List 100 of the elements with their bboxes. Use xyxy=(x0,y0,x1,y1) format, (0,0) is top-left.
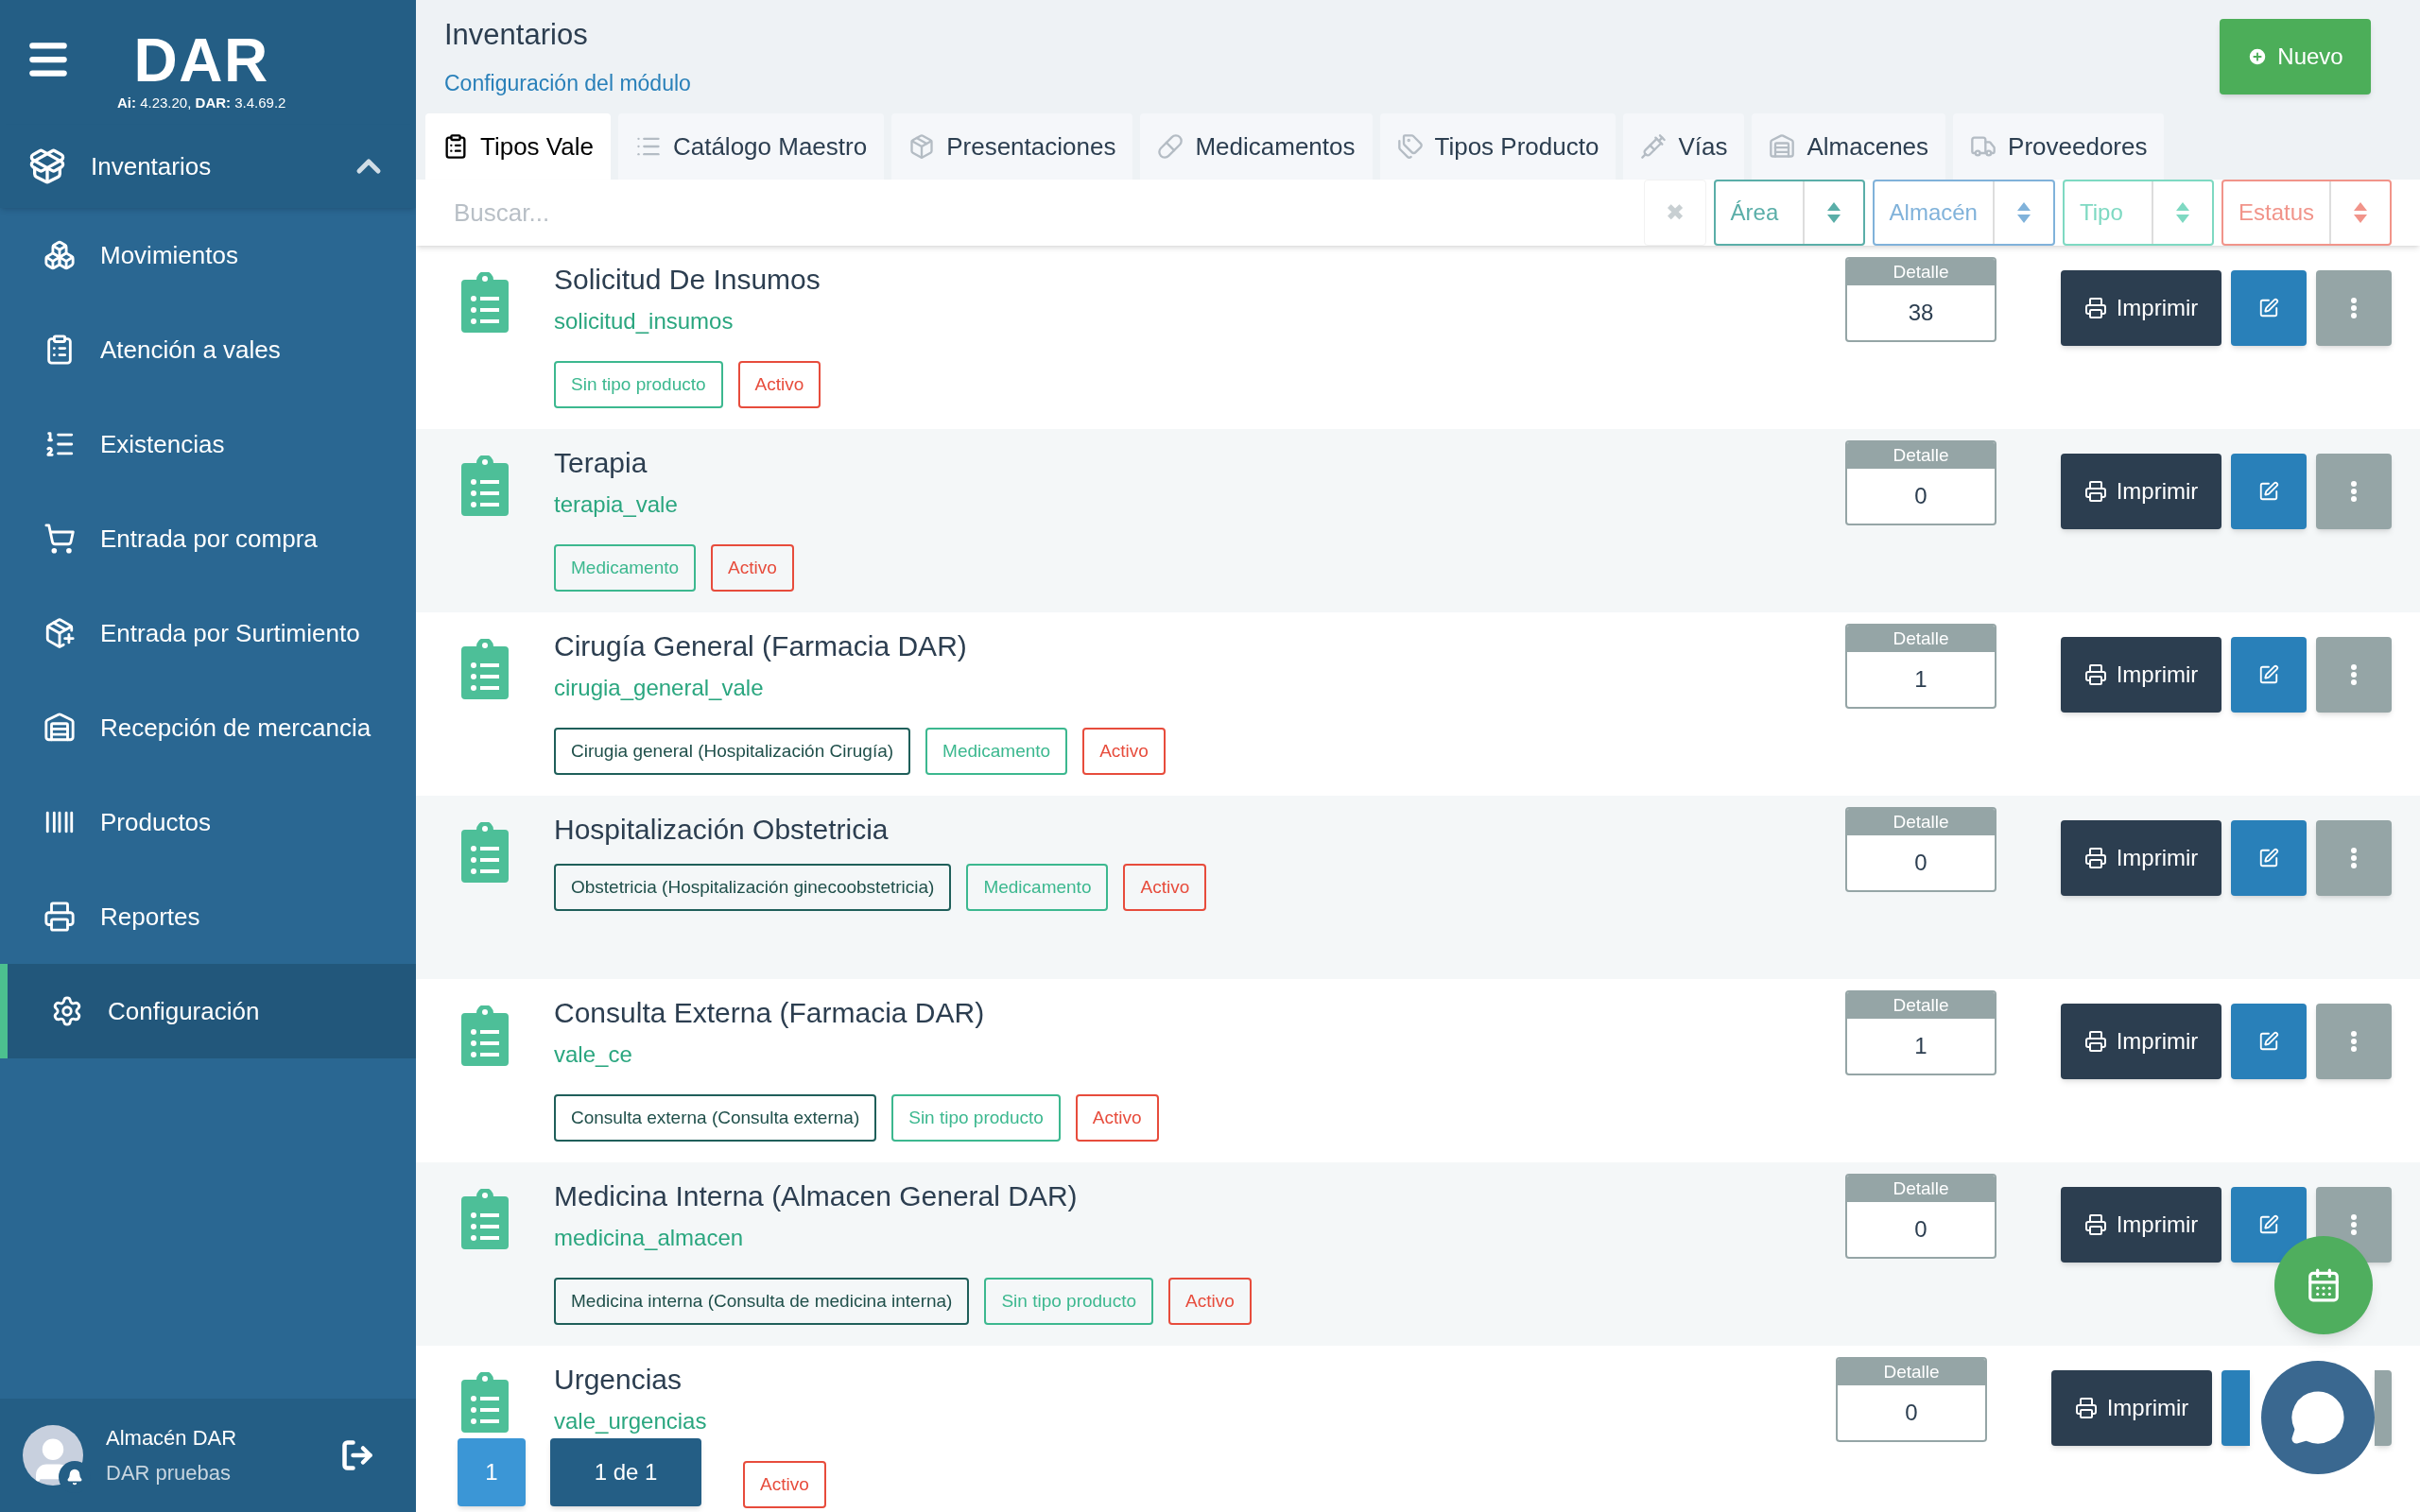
calendar-icon xyxy=(2306,1267,2342,1303)
printer-icon xyxy=(2074,1397,2098,1419)
tag: Activo xyxy=(1168,1278,1252,1325)
tab[interactable]: Vías xyxy=(1623,113,1745,180)
box-icon xyxy=(28,147,66,185)
sidebar-item[interactable]: Entrada por compra xyxy=(0,491,416,586)
printer-icon xyxy=(2083,1030,2107,1053)
edit-icon xyxy=(2258,1031,2279,1052)
row-title: Solicitud De Insumos xyxy=(554,263,821,297)
tab[interactable]: Tipos Vale xyxy=(425,113,611,180)
search-field[interactable]: Buscar... xyxy=(454,180,1636,246)
tab[interactable]: Presentaciones xyxy=(891,113,1133,180)
tag: Medicina interna (Consulta de medicina interna) xyxy=(554,1278,970,1325)
row-title: Terapia xyxy=(554,446,648,480)
more-icon xyxy=(2351,298,2357,318)
page-summary[interactable]: 1 de 1 xyxy=(550,1438,701,1506)
tab[interactable]: Tipos Producto xyxy=(1379,113,1616,180)
tag: Consulta externa (Consulta externa) xyxy=(554,1094,877,1142)
tab[interactable]: Catálogo Maestro xyxy=(617,113,885,180)
edit-icon xyxy=(2258,664,2279,685)
boxes-icon xyxy=(43,239,76,271)
edit-icon xyxy=(2258,481,2279,502)
tab[interactable]: Medicamentos xyxy=(1140,113,1373,180)
tags-icon xyxy=(1396,133,1424,160)
tag: Activo xyxy=(743,1461,826,1508)
clipboard-list-icon xyxy=(461,822,509,883)
version-text: Ai: 4.23.20, DAR: 3.4.69.2 xyxy=(117,94,286,112)
edit-button[interactable] xyxy=(2231,820,2307,896)
chat-icon xyxy=(2290,1389,2346,1446)
edit-button[interactable] xyxy=(2231,1187,2307,1263)
print-button[interactable]: Imprimir xyxy=(2061,454,2221,529)
more-icon xyxy=(2351,848,2357,868)
edit-button[interactable] xyxy=(2231,1004,2307,1079)
sidebar-item[interactable]: Recepción de mercancia xyxy=(0,680,416,775)
warehouse-icon xyxy=(43,712,76,744)
edit-icon xyxy=(2258,298,2279,318)
detail-header: Detalle xyxy=(1847,809,1995,835)
sidebar-item[interactable]: Entrada por Surtimiento xyxy=(0,586,416,680)
print-button[interactable]: Imprimir xyxy=(2061,270,2221,346)
package-plus-icon xyxy=(43,617,76,649)
tag: Activo xyxy=(711,544,794,592)
page-title: Inventarios xyxy=(444,17,589,53)
detail-header: Detalle xyxy=(1847,442,1995,469)
detail-value: 0 xyxy=(1913,1215,1928,1244)
printer-icon xyxy=(2083,297,2107,319)
detail-value: 1 xyxy=(1913,1032,1928,1060)
clipboard-list-icon xyxy=(461,639,509,699)
edit-button[interactable] xyxy=(2231,454,2307,529)
sidebar-item[interactable]: Reportes xyxy=(0,869,416,964)
detail-value: 1 xyxy=(1913,665,1928,694)
tab[interactable]: Almacenes xyxy=(1752,113,1946,180)
more-icon xyxy=(2351,1214,2357,1235)
row-code: cirugia_general_vale xyxy=(554,674,765,702)
print-button[interactable]: Imprimir xyxy=(2061,637,2221,713)
print-button[interactable]: Imprimir xyxy=(2061,820,2221,896)
edit-button[interactable] xyxy=(2231,270,2307,346)
edit-button[interactable] xyxy=(2231,637,2307,713)
tab[interactable]: Proveedores xyxy=(1953,113,2165,180)
detail-value: 0 xyxy=(1913,482,1928,510)
detail-value: 38 xyxy=(1907,299,1935,327)
printer-icon xyxy=(43,901,76,933)
cart-icon xyxy=(43,523,76,555)
settings-icon xyxy=(51,995,83,1027)
row-code: solicitud_insumos xyxy=(554,307,735,335)
search-input[interactable]: Buscar... xyxy=(454,194,1636,232)
page-subtitle[interactable]: Configuración del módulo xyxy=(444,66,691,99)
tag: Medicamento xyxy=(966,864,1109,911)
row-title: Medicina Interna (Almacen General DAR) xyxy=(554,1179,1079,1213)
printer-icon xyxy=(2083,663,2107,686)
row-title: Cirugía General (Farmacia DAR) xyxy=(554,629,968,663)
logout-icon[interactable] xyxy=(340,1438,374,1472)
sidebar-item[interactable]: Movimientos xyxy=(0,208,416,302)
row-code: terapia_vale xyxy=(554,490,679,519)
sidebar-item[interactable]: Configuración xyxy=(0,964,416,1058)
sidebar-item[interactable]: Existencias xyxy=(0,397,416,491)
printer-icon xyxy=(2083,847,2107,869)
row-title: Consulta Externa (Farmacia DAR) xyxy=(554,996,986,1030)
tag: Activo xyxy=(1075,1094,1159,1142)
bell-icon xyxy=(66,1469,83,1486)
detail-header: Detalle xyxy=(1847,1176,1995,1202)
print-button[interactable]: Imprimir xyxy=(2051,1370,2212,1446)
detail-header: Detalle xyxy=(1847,992,1995,1019)
detail-header: Detalle xyxy=(1847,259,1995,285)
print-button[interactable]: Imprimir xyxy=(2061,1187,2221,1263)
sort-icon xyxy=(2175,202,2189,223)
tag: Activo xyxy=(1082,728,1166,775)
more-icon xyxy=(2351,1031,2357,1052)
printer-icon xyxy=(2083,480,2107,503)
tag: Sin tipo producto xyxy=(984,1278,1154,1325)
section-header[interactable]: Inventarios xyxy=(0,125,416,208)
tag: Obstetricia (Hospitalización ginecoobstetricia) xyxy=(554,864,952,911)
tag: Sin tipo producto xyxy=(554,361,723,408)
sort-icon xyxy=(2354,202,2367,223)
sidebar-item[interactable]: Productos xyxy=(0,775,416,869)
sort-icon xyxy=(1826,202,1841,223)
sidebar-item[interactable]: Atención a vales xyxy=(0,302,416,397)
detail-header: Detalle xyxy=(1838,1359,1985,1385)
clipboard-list-icon xyxy=(461,1005,509,1066)
print-button[interactable]: Imprimir xyxy=(2061,1004,2221,1079)
edit-icon xyxy=(2258,848,2279,868)
